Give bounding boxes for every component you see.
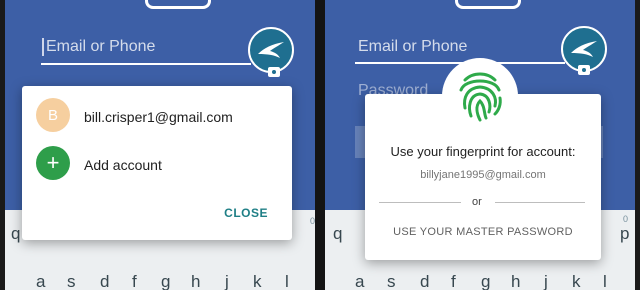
dashlane-bird-icon [571, 41, 597, 57]
add-account-label: Add account [84, 157, 162, 173]
email-field[interactable]: Email or Phone [358, 38, 467, 56]
key-p[interactable]: p [620, 224, 629, 244]
right-screen: Email or Phone Password 9 0 q p a s d f … [325, 0, 635, 290]
key-l[interactable]: l [285, 272, 289, 290]
key-k[interactable]: k [572, 272, 581, 290]
close-button[interactable]: CLOSE [224, 206, 268, 220]
key-s[interactable]: s [67, 272, 76, 290]
account-email: bill.crisper1@gmail.com [84, 109, 233, 125]
app-header-icon [455, 0, 521, 9]
or-label: or [472, 196, 482, 208]
account-row[interactable]: B bill.crisper1@gmail.com [22, 94, 292, 138]
divider-line [495, 202, 585, 203]
app-header-icon [145, 0, 211, 9]
left-screen: Email or Phone 0 q a s d f g h j k l B b… [5, 0, 315, 290]
dashlane-bird-icon [258, 42, 284, 58]
key-d[interactable]: d [100, 272, 109, 290]
add-account-row[interactable]: + Add account [22, 142, 292, 186]
key-j[interactable]: j [544, 272, 548, 290]
screen-divider [315, 0, 325, 290]
key-g[interactable]: g [161, 272, 170, 290]
email-field-underline [41, 63, 251, 65]
key-hint: 0 [623, 214, 629, 224]
lock-icon [268, 67, 280, 77]
key-d[interactable]: d [420, 272, 429, 290]
text-cursor [42, 38, 44, 56]
key-g[interactable]: g [481, 272, 490, 290]
account-chooser-popup: B bill.crisper1@gmail.com + Add account … [22, 86, 292, 240]
master-password-button[interactable]: USE YOUR MASTER PASSWORD [365, 226, 601, 238]
fingerprint-account-email: billyjane1995@gmail.com [420, 169, 546, 181]
key-f[interactable]: f [132, 272, 137, 290]
key-a[interactable]: a [355, 272, 364, 290]
key-h[interactable]: h [511, 272, 520, 290]
key-f[interactable]: f [451, 272, 456, 290]
fingerprint-icon[interactable] [455, 68, 505, 124]
key-l[interactable]: l [603, 272, 607, 290]
key-q[interactable]: q [333, 224, 342, 244]
key-k[interactable]: k [253, 272, 262, 290]
divider-line [379, 202, 461, 203]
key-h[interactable]: h [191, 272, 200, 290]
account-avatar: B [36, 98, 70, 132]
fingerprint-badge [442, 58, 518, 134]
plus-icon: + [36, 146, 70, 180]
key-a[interactable]: a [36, 272, 45, 290]
fingerprint-title: Use your fingerprint for account: [390, 144, 576, 159]
key-q[interactable]: q [11, 224, 20, 244]
email-field[interactable]: Email or Phone [46, 38, 155, 56]
key-s[interactable]: s [387, 272, 396, 290]
lock-icon [578, 65, 590, 75]
key-j[interactable]: j [225, 272, 229, 290]
